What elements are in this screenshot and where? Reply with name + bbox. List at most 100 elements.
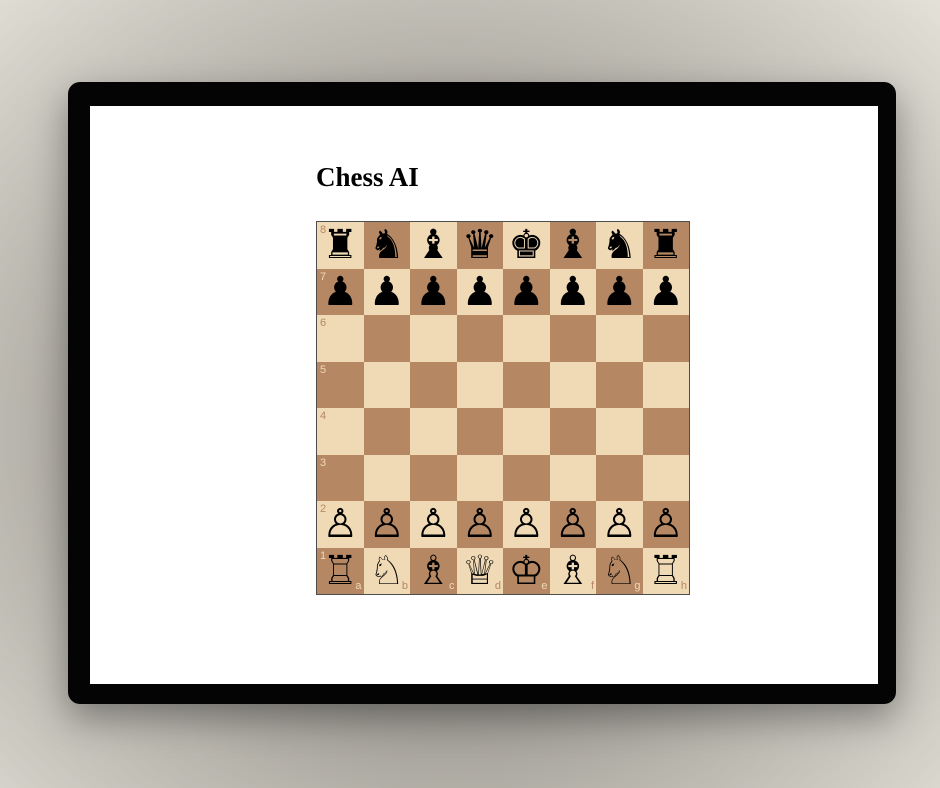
square-b5[interactable] [363,361,410,408]
square-b6[interactable] [363,315,410,362]
square-h2[interactable]: ♙ [642,501,690,548]
square-f7[interactable]: ♟ [549,268,597,316]
square-d3[interactable] [456,454,503,501]
square-c5[interactable] [410,361,457,408]
black-pawn-icon[interactable]: ♟ [457,269,504,316]
square-g1[interactable]: g ♘ [596,547,643,595]
square-f1[interactable]: f ♗ [549,547,597,595]
black-pawn-icon[interactable]: ♟ [317,269,364,316]
black-pawn-icon[interactable]: ♟ [410,269,457,316]
white-pawn-icon[interactable]: ♙ [317,501,364,548]
square-d7[interactable]: ♟ [456,268,504,316]
square-c1[interactable]: c ♗ [410,547,457,595]
square-b7[interactable]: ♟ [363,268,411,316]
square-g4[interactable] [596,408,643,455]
white-bishop-icon[interactable]: ♗ [410,548,457,595]
square-d6[interactable] [456,315,503,362]
square-h5[interactable] [642,361,689,408]
square-a4[interactable]: 4 [317,408,364,455]
white-rook-icon[interactable]: ♖ [643,548,690,595]
black-rook-icon[interactable]: ♜ [643,222,690,269]
square-a3[interactable]: 3 [317,454,364,501]
square-g7[interactable]: ♟ [596,268,643,316]
white-knight-icon[interactable]: ♘ [596,548,643,595]
square-d1[interactable]: d ♕ [456,547,504,595]
app-screen: Chess AI 8 ♜ ♞ ♝ ♛ ♚ ♝ ♞ ♜ 7 ♟ ♟ ♟ ♟ ♟ ♟ ♟ ♟ 6 5 4 3 2 ♙ ♙ ♙ ♙ ♙ ♙ ♙ ♙… [90,106,878,684]
white-pawn-icon[interactable]: ♙ [596,501,643,548]
square-e8[interactable]: ♚ [503,222,550,269]
black-bishop-icon[interactable]: ♝ [410,222,457,269]
white-pawn-icon[interactable]: ♙ [364,501,411,548]
square-f3[interactable] [549,454,596,501]
square-e4[interactable] [503,408,550,455]
square-h7[interactable]: ♟ [642,268,690,316]
square-a7[interactable]: 7 ♟ [317,268,364,316]
square-b3[interactable] [363,454,410,501]
square-g8[interactable]: ♞ [596,222,643,269]
white-rook-icon[interactable]: ♖ [317,548,364,595]
square-c4[interactable] [410,408,457,455]
square-h1[interactable]: h ♖ [642,547,690,595]
square-b1[interactable]: b ♘ [363,547,411,595]
square-c3[interactable] [410,454,457,501]
square-b2[interactable]: ♙ [363,501,411,548]
white-pawn-icon[interactable]: ♙ [643,501,690,548]
black-pawn-icon[interactable]: ♟ [596,269,643,316]
black-knight-icon[interactable]: ♞ [364,222,411,269]
square-g3[interactable] [596,454,643,501]
square-a8[interactable]: 8 ♜ [317,222,364,269]
white-knight-icon[interactable]: ♘ [364,548,411,595]
rank-label: 6 [320,317,327,329]
white-pawn-icon[interactable]: ♙ [503,501,550,548]
black-pawn-icon[interactable]: ♟ [550,269,597,316]
white-pawn-icon[interactable]: ♙ [410,501,457,548]
square-c7[interactable]: ♟ [410,268,457,316]
square-a2[interactable]: 2 ♙ [317,501,364,548]
black-pawn-icon[interactable]: ♟ [364,269,411,316]
black-king-icon[interactable]: ♚ [503,222,550,269]
square-a6[interactable]: 6 [317,315,364,362]
square-b4[interactable] [363,408,410,455]
black-queen-icon[interactable]: ♛ [457,222,504,269]
square-c6[interactable] [410,315,457,362]
chessboard[interactable]: 8 ♜ ♞ ♝ ♛ ♚ ♝ ♞ ♜ 7 ♟ ♟ ♟ ♟ ♟ ♟ ♟ ♟ 6 5 4 3 2 ♙ ♙ ♙ ♙ ♙ ♙ ♙ ♙ 1 a ♖ b ♘ c ♗ d ♕… [316,221,690,595]
square-a1[interactable]: 1 a ♖ [317,547,364,595]
square-g5[interactable] [596,361,643,408]
black-pawn-icon[interactable]: ♟ [643,269,690,316]
square-h6[interactable] [642,315,689,362]
square-h3[interactable] [642,454,689,501]
square-c8[interactable]: ♝ [410,222,457,269]
square-h4[interactable] [642,408,689,455]
white-pawn-icon[interactable]: ♙ [457,501,504,548]
black-rook-icon[interactable]: ♜ [317,222,364,269]
square-g6[interactable] [596,315,643,362]
square-a5[interactable]: 5 [317,361,364,408]
square-d4[interactable] [456,408,503,455]
black-bishop-icon[interactable]: ♝ [550,222,597,269]
square-e1[interactable]: e ♔ [503,547,550,595]
square-d5[interactable] [456,361,503,408]
square-e5[interactable] [503,361,550,408]
square-f5[interactable] [549,361,596,408]
square-f2[interactable]: ♙ [549,501,597,548]
square-f8[interactable]: ♝ [549,222,597,269]
black-knight-icon[interactable]: ♞ [596,222,643,269]
square-g2[interactable]: ♙ [596,501,643,548]
square-h8[interactable]: ♜ [642,222,690,269]
square-f6[interactable] [549,315,596,362]
white-queen-icon[interactable]: ♕ [457,548,504,595]
rank-label: 4 [320,410,327,422]
square-e2[interactable]: ♙ [503,501,550,548]
square-e6[interactable] [503,315,550,362]
square-b8[interactable]: ♞ [363,222,411,269]
square-e3[interactable] [503,454,550,501]
square-c2[interactable]: ♙ [410,501,457,548]
white-bishop-icon[interactable]: ♗ [550,548,597,595]
square-d2[interactable]: ♙ [456,501,504,548]
black-pawn-icon[interactable]: ♟ [503,269,550,316]
white-king-icon[interactable]: ♔ [503,548,550,595]
white-pawn-icon[interactable]: ♙ [550,501,597,548]
square-f4[interactable] [549,408,596,455]
square-e7[interactable]: ♟ [503,268,550,316]
square-d8[interactable]: ♛ [456,222,504,269]
